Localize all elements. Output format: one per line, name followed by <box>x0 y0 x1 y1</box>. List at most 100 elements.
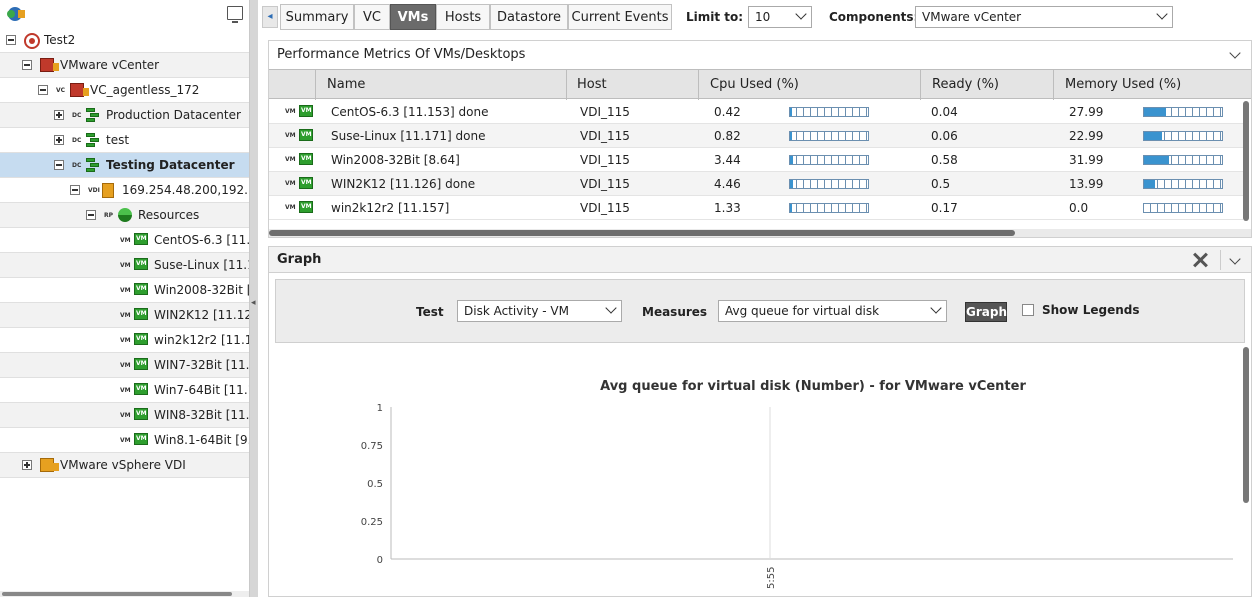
column-header-memory[interactable]: Memory Used (%) <box>1065 77 1181 92</box>
vsphere-vdi-icon <box>40 458 59 472</box>
cell-host: VDI_115 <box>580 177 630 191</box>
tree-horizontal-scrollbar[interactable] <box>0 591 249 597</box>
cell-name[interactable]: win2k12r2 [11.157] <box>331 201 449 215</box>
node-type-tag: VM <box>120 437 131 444</box>
node-type-tag: VDI <box>88 187 100 194</box>
table-vertical-scrollbar[interactable] <box>1243 101 1249 221</box>
collapse-chevron-icon[interactable] <box>1229 253 1241 265</box>
show-legends-checkbox[interactable] <box>1022 304 1034 316</box>
cell-memory: 27.99 <box>1069 105 1104 119</box>
limit-select[interactable]: 10 <box>748 6 812 28</box>
cell-host: VDI_115 <box>580 129 630 143</box>
measures-label: Measures <box>642 305 708 319</box>
tree-node[interactable]: VM Win7-64Bit [11.16 <box>0 378 249 403</box>
tree-node[interactable]: VM CentOS-6.3 [11.1 <box>0 228 249 253</box>
node-type-tag: VM <box>120 362 131 369</box>
node-type-tag: VM <box>120 237 131 244</box>
components-select[interactable]: VMware vCenter <box>915 6 1173 28</box>
expand-icon[interactable] <box>54 110 64 120</box>
tree-node[interactable]: VM WIN8-32Bit [11.15 <box>0 403 249 428</box>
tab-hosts[interactable]: Hosts <box>436 4 490 30</box>
tree-node[interactable]: VM Win2008-32Bit [8 <box>0 278 250 303</box>
vm-icon <box>134 408 148 420</box>
cell-name[interactable]: Suse-Linux [11.171] done <box>331 129 485 143</box>
tree-node-label: Win2008-32Bit [8 <box>154 283 250 297</box>
collapse-icon[interactable] <box>38 85 48 95</box>
table-row[interactable]: VM win2k12r2 [11.157] VDI_115 1.33 0.17 0.0 <box>269 196 1243 220</box>
node-type-tag: VM <box>120 262 131 269</box>
memory-usage-bar <box>1143 179 1223 189</box>
datacenter-icon <box>86 108 102 123</box>
collapse-icon[interactable] <box>70 185 80 195</box>
cell-cpu: 0.42 <box>714 105 741 119</box>
tree-node[interactable]: RP Resources <box>0 203 249 228</box>
column-header-name[interactable]: Name <box>327 77 365 92</box>
monitor-icon[interactable] <box>227 6 243 23</box>
tree-node[interactable]: DC Testing Datacenter <box>0 153 249 178</box>
tree-node[interactable]: DC test <box>0 128 249 153</box>
cpu-usage-bar <box>789 107 869 117</box>
test-select[interactable]: Disk Activity - VM <box>457 300 622 322</box>
graph-vertical-scrollbar[interactable] <box>1243 347 1249 503</box>
cell-name[interactable]: CentOS-6.3 [11.153] done <box>331 105 488 119</box>
graph-header: Graph <box>269 247 1251 273</box>
cell-host: VDI_115 <box>580 201 630 215</box>
tools-icon[interactable] <box>1191 251 1209 269</box>
tree-node[interactable]: VM WIN7-32Bit [11.20 <box>0 353 249 378</box>
tree-node[interactable]: DC Production Datacenter <box>0 103 249 128</box>
collapse-icon[interactable] <box>86 210 96 220</box>
table-row[interactable]: VM Suse-Linux [11.171] done VDI_115 0.82 0.0… <box>269 124 1243 148</box>
measures-select[interactable]: Avg queue for virtual disk <box>718 300 947 322</box>
tab-summary[interactable]: Summary <box>280 4 354 30</box>
tab-datastore[interactable]: Datastore <box>490 4 568 30</box>
node-type-tag: VM <box>120 312 131 319</box>
expand-icon[interactable] <box>22 460 32 470</box>
cell-name[interactable]: Win2008-32Bit [8.64] <box>331 153 460 167</box>
table-row[interactable]: VM Win2008-32Bit [8.64] VDI_115 3.44 0.58 31.… <box>269 148 1243 172</box>
tree-node[interactable]: Test2 <box>0 28 249 53</box>
cpu-bar-fill <box>790 180 794 188</box>
graph-title: Graph <box>277 252 322 267</box>
back-arrow-icon[interactable]: ◂ <box>262 6 278 28</box>
vm-icon <box>134 358 148 370</box>
tree-node[interactable]: VM WIN2K12 [11.126] <box>0 303 249 328</box>
collapse-icon[interactable] <box>54 160 64 170</box>
tab-current-events[interactable]: Current Events <box>568 4 672 30</box>
graph-button[interactable]: Graph <box>965 302 1007 322</box>
vm-icon <box>134 233 148 245</box>
tab-vc[interactable]: VC <box>354 4 390 30</box>
cell-memory: 31.99 <box>1069 153 1104 167</box>
column-header-ready[interactable]: Ready (%) <box>932 77 999 92</box>
vm-icon <box>134 283 148 295</box>
cell-host: VDI_115 <box>580 153 630 167</box>
collapse-left-icon[interactable]: ◂ <box>251 298 256 308</box>
column-header-cpu[interactable]: Cpu Used (%) <box>710 77 799 92</box>
collapse-icon[interactable] <box>22 60 32 70</box>
collapse-icon[interactable] <box>6 35 16 45</box>
chevron-down-icon <box>795 8 807 20</box>
y-tick-label: 0.75 <box>361 441 383 452</box>
tree-node[interactable]: VC VC_agentless_172 <box>0 78 249 103</box>
tree-node[interactable]: VM Suse-Linux [11.17 <box>0 253 249 278</box>
memory-usage-bar <box>1143 155 1223 165</box>
table-row[interactable]: VM WIN2K12 [11.126] done VDI_115 4.46 0.5 13.… <box>269 172 1243 196</box>
table-horizontal-scrollbar[interactable] <box>269 229 1251 237</box>
table-row[interactable]: VM CentOS-6.3 [11.153] done VDI_115 0.42 0.0… <box>269 100 1243 124</box>
tree-node-label: VMware vCenter <box>60 58 160 72</box>
node-type-tag: DC <box>72 112 82 119</box>
cpu-usage-bar <box>789 179 869 189</box>
app-logo-icon <box>7 7 25 21</box>
tree-node[interactable]: VM Win8.1-64Bit [9.1 <box>0 428 249 453</box>
cell-host: VDI_115 <box>580 105 630 119</box>
tree-node[interactable]: VM win2k12r2 [11.15 <box>0 328 249 353</box>
tree-node[interactable]: VMware vSphere VDI <box>0 453 249 478</box>
vm-tag: VM <box>285 108 296 115</box>
column-header-host[interactable]: Host <box>577 77 607 92</box>
collapse-chevron-icon[interactable] <box>1229 47 1241 59</box>
cell-name[interactable]: WIN2K12 [11.126] done <box>331 177 475 191</box>
expand-icon[interactable] <box>54 135 64 145</box>
vm-tag: VM <box>285 132 296 139</box>
tree-node[interactable]: VDI 169.254.48.200,192.16 <box>0 178 249 203</box>
tab-vms[interactable]: VMs <box>390 4 436 30</box>
tree-node[interactable]: VMware vCenter <box>0 53 249 78</box>
